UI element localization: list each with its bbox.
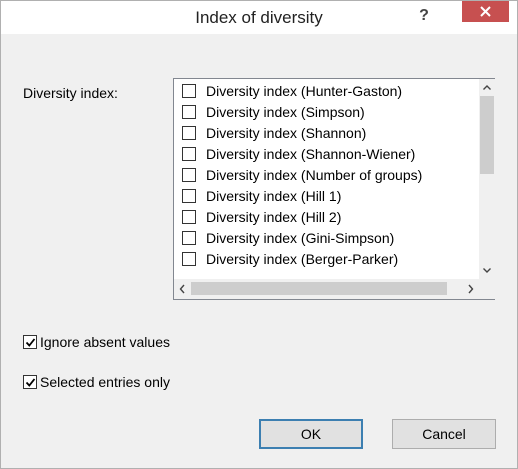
scroll-right-arrow[interactable] [462,279,479,299]
list-item-checkbox[interactable] [182,252,196,266]
horizontal-scroll-thumb[interactable] [191,282,447,295]
close-button[interactable] [462,1,509,22]
list-item-checkbox[interactable] [182,189,196,203]
title-bar[interactable]: Index of diversity ? [1,1,517,34]
scroll-down-arrow[interactable] [479,262,495,279]
scroll-up-arrow[interactable] [479,79,495,96]
diversity-index-label: Diversity index: [23,85,118,101]
list-item-label: Diversity index (Number of groups) [206,167,423,183]
list-item-checkbox[interactable] [182,84,196,98]
help-button[interactable]: ? [412,5,436,27]
horizontal-scrollbar[interactable] [174,279,479,299]
list-item-label: Diversity index (Shannon) [206,125,367,141]
chevron-left-icon [179,284,185,294]
list-item-label: Diversity index (Hill 1) [206,188,342,204]
list-item[interactable]: Diversity index (Shannon-Wiener) [174,144,479,165]
list-item[interactable]: Diversity index (Simpson) [174,102,479,123]
list-item[interactable]: Diversity index (Hunter-Gaston) [174,81,479,102]
list-item-checkbox[interactable] [182,147,196,161]
list-item-label: Diversity index (Berger-Parker) [206,251,399,267]
list-item-checkbox[interactable] [182,210,196,224]
ok-button[interactable]: OK [259,419,363,449]
list-item[interactable]: Diversity index (Gini-Simpson) [174,228,479,249]
checkbox-box[interactable] [23,335,37,349]
ignore-absent-values-label: Ignore absent values [40,334,170,350]
selected-entries-only-label: Selected entries only [40,374,170,390]
cancel-button[interactable]: Cancel [392,419,496,449]
list-item-checkbox[interactable] [182,105,196,119]
dialog-window: Index of diversity ? Diversity index: Di… [0,0,518,469]
list-item-label: Diversity index (Shannon-Wiener) [206,146,416,162]
list-item-label: Diversity index (Hill 2) [206,209,342,225]
list-item-checkbox[interactable] [182,168,196,182]
selected-entries-only-checkbox[interactable]: Selected entries only [23,374,170,390]
checkbox-box[interactable] [23,375,37,389]
list-item-label: Diversity index (Hunter-Gaston) [206,83,403,99]
list-items: Diversity index (Hunter-Gaston) Diversity… [174,79,479,279]
chevron-right-icon [468,284,474,294]
chevron-up-icon [483,85,491,90]
scrollbar-corner [479,279,495,299]
list-item-checkbox[interactable] [182,231,196,245]
list-item[interactable]: Diversity index (Number of groups) [174,165,479,186]
vertical-scroll-thumb[interactable] [480,96,494,174]
list-item-label: Diversity index (Simpson) [206,104,365,120]
list-item-label: Diversity index (Gini-Simpson) [206,230,395,246]
close-icon [480,6,491,17]
checkmark-icon [25,378,36,387]
list-item[interactable]: Diversity index (Berger-Parker) [174,249,479,270]
scroll-left-arrow[interactable] [174,279,191,299]
chevron-down-icon [483,268,491,273]
checkmark-icon [25,338,36,347]
list-item[interactable]: Diversity index (Hill 1) [174,186,479,207]
diversity-index-list[interactable]: Diversity index (Hunter-Gaston) Diversity… [173,78,495,300]
list-item[interactable]: Diversity index (Hill 2) [174,207,479,228]
ignore-absent-values-checkbox[interactable]: Ignore absent values [23,334,170,350]
list-item-checkbox[interactable] [182,126,196,140]
vertical-scrollbar[interactable] [479,79,495,279]
list-item[interactable]: Diversity index (Shannon) [174,123,479,144]
dialog-title: Index of diversity [195,8,323,27]
